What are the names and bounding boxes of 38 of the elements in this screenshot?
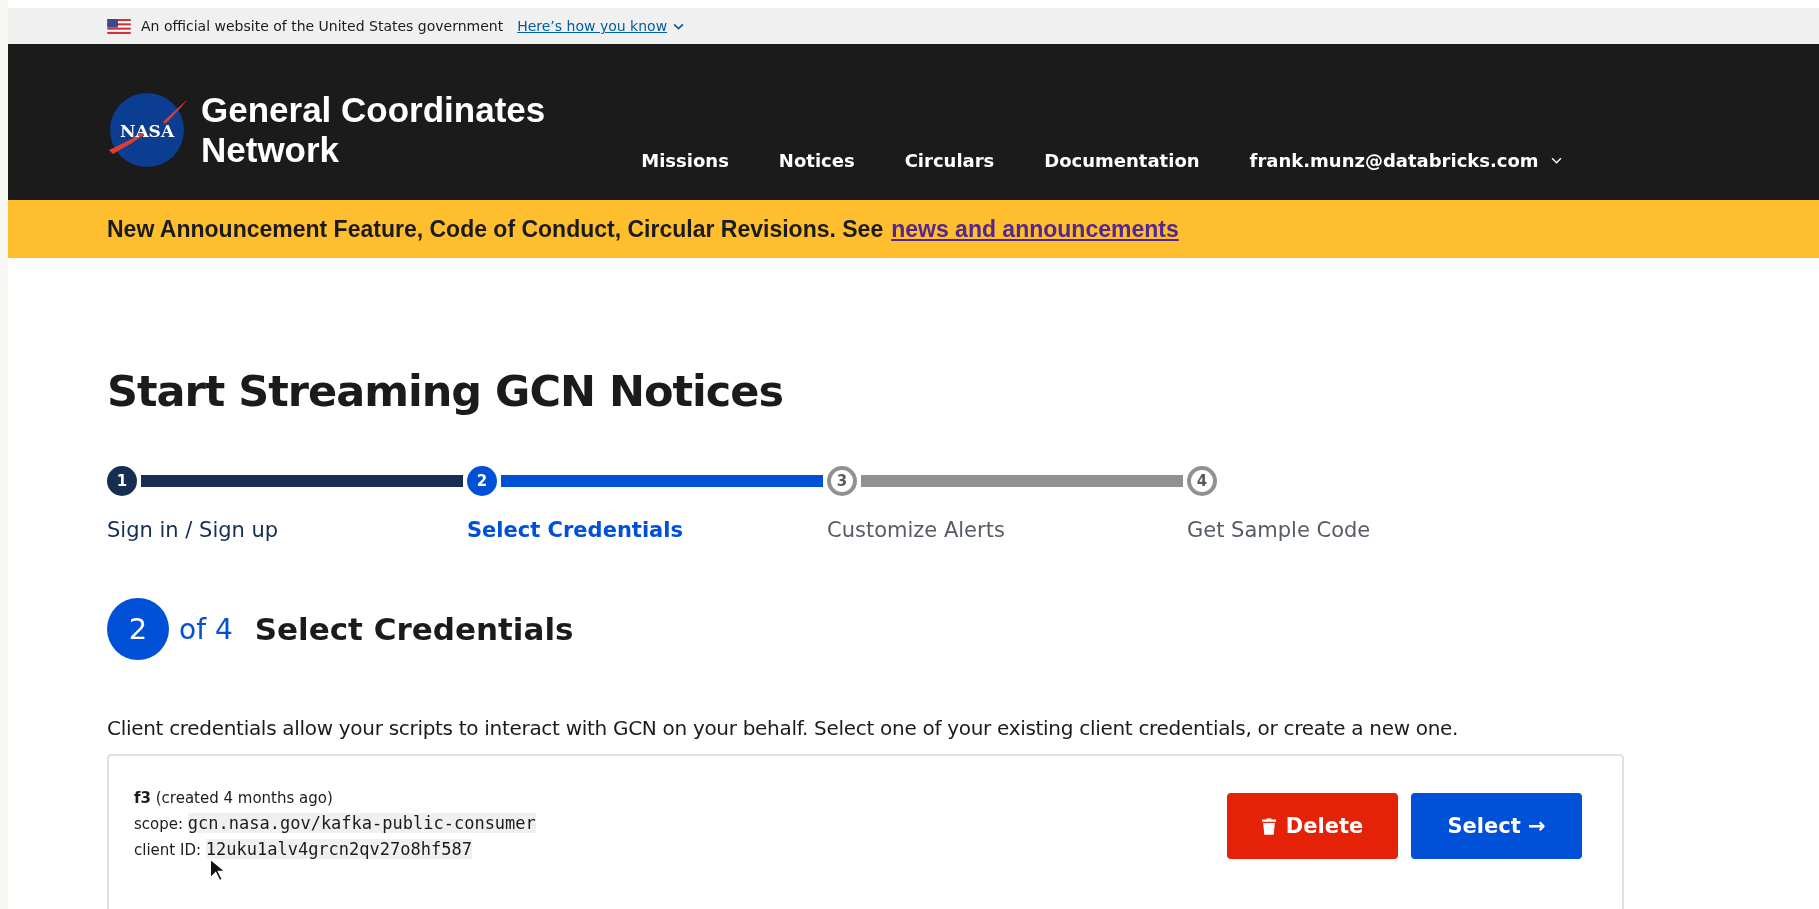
step-label: Select Credentials: [467, 518, 684, 542]
announcement-text: New Announcement Feature, Code of Conduct, Circular Revisions. See: [107, 215, 884, 242]
step-number: 1: [107, 466, 137, 496]
nasa-logo[interactable]: NASA: [107, 90, 187, 170]
section-heading: Select Credentials: [254, 611, 574, 647]
site-title[interactable]: Network: [201, 130, 546, 170]
step-label: Customize Alerts: [827, 518, 1006, 542]
client-id-value: 12uku1alv4grcn2qv27o8hf587: [205, 839, 472, 859]
chevron-down-icon: [673, 22, 685, 30]
credential-name: f3: [134, 789, 151, 807]
nav-link[interactable]: Missions: [641, 149, 729, 171]
trash-icon: [1261, 817, 1276, 835]
delete-button[interactable]: Delete: [1227, 793, 1398, 859]
scope-value: gcn.nasa.gov/kafka-public-consumer: [187, 813, 536, 833]
step-count-text: of 4: [179, 612, 233, 646]
scope-label: scope:: [134, 815, 184, 833]
flag-icon: [107, 18, 131, 34]
page-title: Start Streaming GCN Notices: [107, 366, 784, 416]
cursor-icon: [209, 858, 225, 882]
how-you-know-link[interactable]: Here’s how you know: [517, 18, 685, 34]
intro-text: Client credentials allow your scripts to interact with GCN on your behalf. Select one of your existing client credentials, or create a new one.: [107, 716, 1460, 740]
nav-link[interactable]: Circulars: [904, 149, 995, 171]
step-number: 4: [1187, 466, 1217, 496]
nav-link[interactable]: Documentation: [1044, 149, 1200, 171]
gov-banner-text: An official website of the United States government: [141, 18, 504, 34]
site-title[interactable]: General Coordinates: [201, 90, 546, 130]
step-counter: 2: [107, 598, 169, 660]
created-text: (created 4 months ago): [155, 789, 333, 807]
select-button[interactable]: Select →: [1411, 793, 1582, 859]
nav-link[interactable]: Notices: [778, 149, 855, 171]
step-number: 2: [467, 466, 497, 496]
step-number: 3: [827, 466, 857, 496]
client-id-label: client ID:: [134, 841, 201, 859]
announcements-link[interactable]: news and announcements: [891, 215, 1179, 242]
step-label: Sign in / Sign up: [107, 518, 280, 542]
chevron-down-icon: [1550, 156, 1562, 164]
step-label: Get Sample Code: [1187, 518, 1372, 542]
account-menu[interactable]: frank.munz@databricks.com: [1249, 149, 1562, 171]
